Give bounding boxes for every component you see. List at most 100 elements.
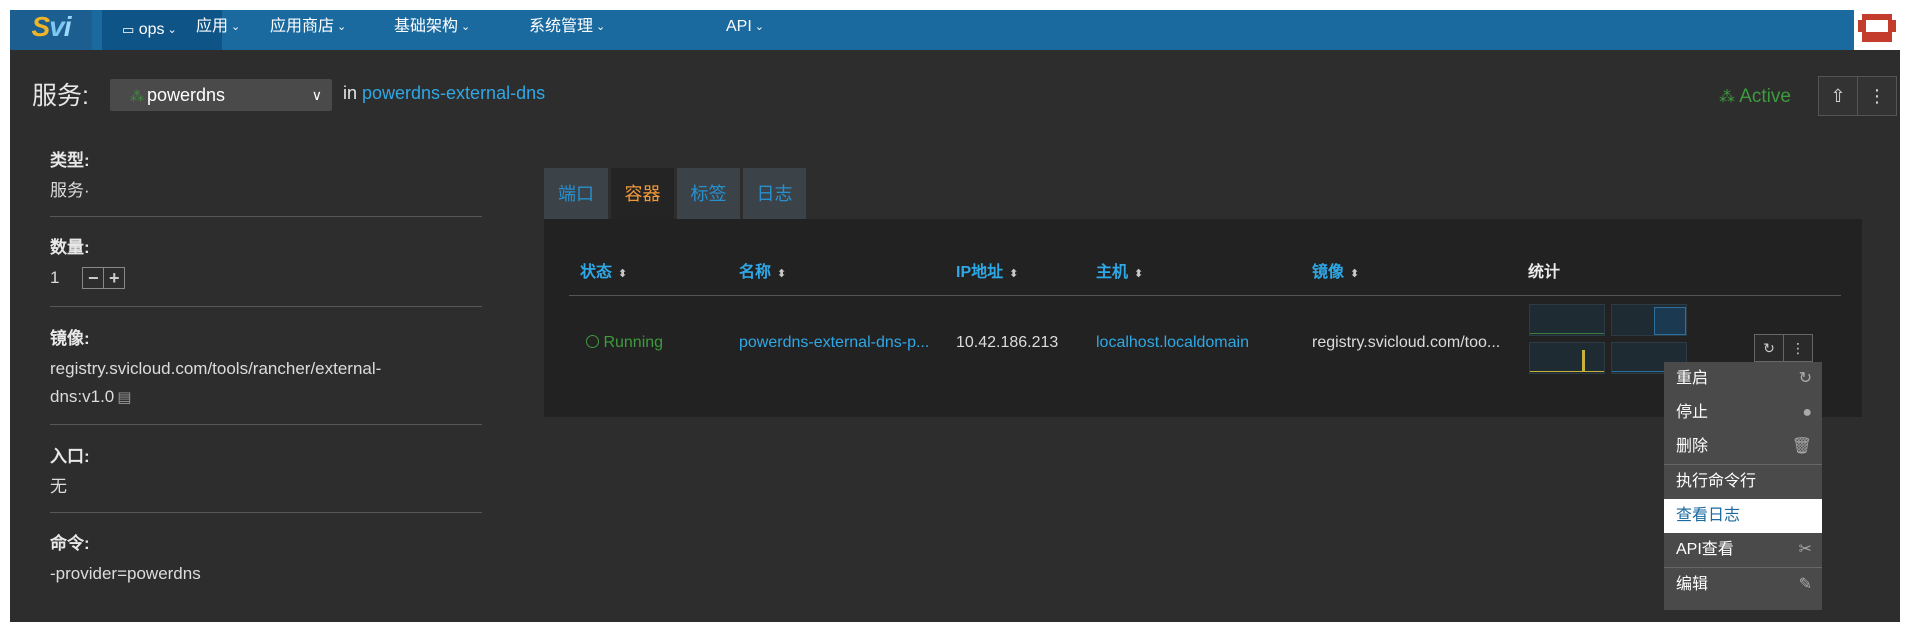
divider (50, 424, 482, 425)
table-header-divider (569, 295, 1841, 296)
column-header-label: 名称 (739, 264, 772, 281)
nav-item-infrastructure[interactable]: 基础架构 ⌄ (394, 10, 470, 50)
page-title: 服务: (32, 82, 89, 110)
menu-item-delete[interactable]: 删除 🗑 (1664, 430, 1822, 464)
logo[interactable]: Svi (10, 10, 92, 50)
entry-field: 入口: 无 (50, 442, 482, 501)
divider (50, 306, 482, 307)
memory-sparkline (1611, 304, 1687, 336)
edit-icon: ✎ (1798, 576, 1812, 593)
column-header-label: IP地址 (956, 264, 1004, 281)
chevron-down-icon: ⌄ (596, 21, 606, 33)
decrement-button[interactable]: − (82, 266, 105, 289)
sparkline-spike (1582, 350, 1585, 372)
command-field: 命令: -provider=powerdns (50, 529, 482, 588)
scale-value: 1 (50, 268, 60, 287)
chevron-down-icon: ⌄ (337, 21, 347, 33)
scale-label: 数量: (50, 238, 90, 257)
menu-item-exec-shell[interactable]: 执行命令行 (1664, 465, 1822, 499)
tab-labels[interactable]: 标签 (677, 168, 740, 220)
tab-logs[interactable]: 日志 (743, 168, 806, 220)
container-restart-button[interactable]: ↻ (1754, 334, 1784, 362)
sort-icon: ⬍ (1134, 268, 1144, 280)
type-value: 服务· (50, 181, 90, 200)
menu-item-edit[interactable]: 编辑 ✎ (1664, 568, 1822, 602)
entry-label: 入口: (50, 447, 90, 466)
in-label: in (343, 83, 358, 103)
menu-item-label: 删除 (1676, 438, 1709, 455)
service-select[interactable]: ⁂ powerdns ∨ (110, 79, 332, 111)
divider (50, 512, 482, 513)
column-header-ip[interactable]: IP地址 ⬍ (956, 258, 1018, 282)
menu-item-label: 重启 (1676, 370, 1709, 387)
image-value: registry.svicloud.com/tools/rancher/exte… (50, 359, 382, 406)
increment-button[interactable]: + (103, 266, 126, 289)
nav-item-admin[interactable]: 系统管理 ⌄ (529, 10, 605, 50)
menu-item-label: 停止 (1676, 404, 1709, 421)
column-header-name[interactable]: 名称 ⬍ (739, 258, 786, 282)
tab-containers[interactable]: 容器 (611, 168, 674, 220)
nav-item-label: API (726, 18, 752, 35)
nav-item-apps[interactable]: 应用 ⌄ (196, 10, 240, 50)
menu-item-view-api[interactable]: API查看 ✂ (1664, 533, 1822, 567)
container-status: Running (586, 334, 663, 352)
column-header-status[interactable]: 状态 ⬍ (580, 258, 627, 282)
status-label: Active (1739, 86, 1791, 107)
sort-icon: ⬍ (777, 268, 787, 280)
divider (50, 216, 482, 217)
column-header-stats: 统计 (1528, 264, 1561, 281)
nav-item-label: 系统管理 (529, 18, 594, 35)
container-actions-button[interactable]: ⋮ (1783, 334, 1813, 362)
column-header-label: 镜像 (1312, 264, 1345, 281)
menu-item-label: 执行命令行 (1676, 473, 1757, 490)
nav-item-api[interactable]: API ⌄ (726, 10, 764, 50)
image-field: 镜像: registry.svicloud.com/tools/rancher/… (50, 324, 482, 412)
environment-label: ops (138, 21, 165, 38)
container-actions-menu: 重启 ↻ 停止 ● 删除 🗑 执行命令行 查看日志 API查看 ✂ 编辑 ✎ (1664, 362, 1822, 610)
container-host-link[interactable]: localhost.localdomain (1096, 334, 1249, 352)
app-frame: Svi ▭ ops ⌄ 应用 ⌄ 应用商店 ⌄ 基础架构 ⌄ 系统管理 ⌄ API ⌄ 服务… (10, 10, 1900, 622)
sort-icon: ⬍ (1350, 268, 1360, 280)
chevron-down-icon: ⌄ (754, 21, 765, 33)
scale-stepper: − + (82, 265, 126, 293)
image-label: 镜像: (50, 329, 90, 348)
menu-item-stop[interactable]: 停止 ● (1664, 396, 1822, 430)
column-header-host[interactable]: 主机 ⬍ (1096, 258, 1143, 282)
sort-icon: ⬍ (1009, 268, 1019, 280)
upgrade-button[interactable]: ⇧ (1818, 76, 1858, 116)
more-actions-button[interactable]: ⋮ (1857, 76, 1897, 116)
container-ip: 10.42.186.213 (956, 334, 1059, 351)
upgrade-icon: ⇧ (1830, 86, 1846, 106)
kebab-icon: ⋮ (1791, 340, 1805, 356)
type-label: 类型: (50, 151, 90, 170)
container-name-link[interactable]: powerdns-external-dns-p... (739, 334, 929, 352)
cpu-sparkline (1529, 304, 1605, 336)
menu-item-label: 编辑 (1676, 576, 1709, 593)
image-row: registry.svicloud.com/tools/rancher/exte… (50, 355, 450, 412)
sparkline-area (1654, 307, 1686, 335)
menu-item-restart[interactable]: 重启 ↻ (1664, 362, 1822, 396)
menu-item-label: 查看日志 (1676, 507, 1741, 524)
kebab-icon: ⋮ (1868, 86, 1886, 106)
column-header-image[interactable]: 镜像 ⬍ (1312, 258, 1359, 282)
chevron-down-icon: ⌄ (167, 24, 177, 36)
status-label: Running (603, 334, 664, 351)
user-avatar[interactable] (1854, 10, 1900, 50)
type-field: 类型: 服务· (50, 146, 482, 205)
nav-item-label: 应用 (196, 18, 229, 35)
top-nav: Svi ▭ ops ⌄ 应用 ⌄ 应用商店 ⌄ 基础架构 ⌄ 系统管理 ⌄ API ⌄ (10, 10, 1900, 50)
scale-row: 1 − + (50, 264, 482, 293)
status-badge: ⁂ Active (1719, 86, 1791, 108)
chevron-down-icon: ⌄ (461, 21, 471, 33)
copy-icon[interactable]: ▤ (117, 389, 131, 406)
tab-ports[interactable]: 端口 (544, 168, 608, 220)
sparkline-line (1530, 333, 1604, 334)
environment-icon: ▭ (122, 22, 135, 37)
stack-link[interactable]: powerdns-external-dns (362, 83, 545, 104)
nav-item-catalog[interactable]: 应用商店 ⌄ (270, 10, 346, 50)
restart-icon: ↻ (1798, 370, 1812, 387)
trash-icon: 🗑 (1791, 438, 1812, 455)
chevron-down-icon: ∨ (311, 87, 322, 103)
command-value: -provider=powerdns (50, 564, 201, 583)
menu-item-view-logs[interactable]: 查看日志 (1664, 499, 1822, 533)
